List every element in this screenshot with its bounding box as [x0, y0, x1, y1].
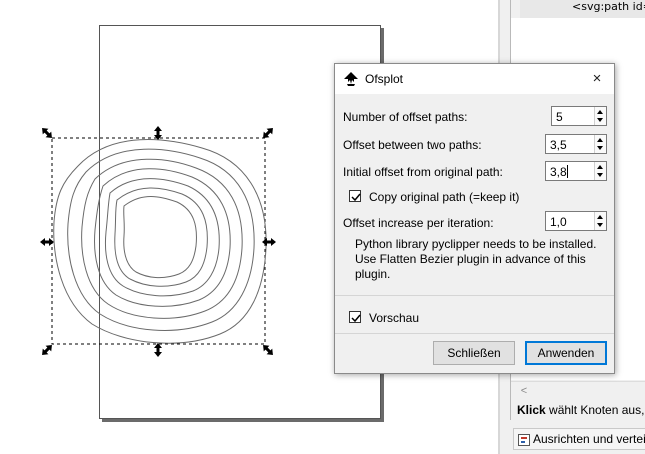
copy-original-checkbox[interactable]: [349, 190, 361, 202]
resize-handle-sw-icon: [42, 345, 52, 355]
initial-offset-input[interactable]: 3,8: [545, 161, 607, 181]
text-caret: [566, 165, 568, 178]
resize-handle-s-icon: [154, 343, 162, 357]
initial-offset-text: 3,8: [550, 165, 567, 179]
spin-up-icon[interactable]: [597, 138, 603, 142]
spin-down-icon[interactable]: [597, 118, 603, 122]
close-icon: ×: [592, 70, 602, 87]
num-offset-paths-label: Number of offset paths:: [343, 110, 468, 124]
checkmark-icon: [351, 314, 361, 323]
inner-path: [123, 196, 197, 279]
offset-between-label: Offset between two paths:: [343, 138, 482, 152]
info-text: Python library pyclipper needs to be ins…: [355, 237, 597, 281]
align-tab-label: Ausrichten und vertei: [533, 432, 645, 446]
checkmark-icon: [351, 193, 361, 202]
resize-handle-se-icon: [263, 345, 273, 355]
dialog-titlebar[interactable]: Ofsplot ×: [335, 64, 614, 94]
num-offset-paths-value: 5: [556, 110, 563, 124]
resize-handle-e-icon: [262, 238, 276, 246]
status-bold: Klick: [517, 403, 546, 417]
initial-offset-label: Initial offset from original path:: [343, 165, 503, 179]
spin-up-icon[interactable]: [597, 110, 603, 114]
offset-increase-input[interactable]: 1,0: [545, 211, 607, 231]
separator: [335, 295, 614, 296]
inkscape-icon: [344, 72, 358, 86]
preview-label[interactable]: Vorschau: [369, 311, 419, 325]
spin-down-icon[interactable]: [597, 223, 603, 227]
spin-up-icon[interactable]: [597, 165, 603, 169]
preview-checkbox[interactable]: [349, 311, 361, 323]
dialog-title: Ofsplot: [365, 72, 404, 86]
offset-between-input[interactable]: 3,5: [545, 134, 607, 154]
spin-buttons[interactable]: [594, 135, 606, 153]
resize-handles: [40, 126, 276, 357]
separator: [335, 333, 614, 334]
apply-button[interactable]: Anwenden: [525, 341, 607, 365]
spin-up-icon[interactable]: [597, 215, 603, 219]
align-distribute-tab[interactable]: Ausrichten und vertei: [513, 428, 645, 450]
offset-between-value: 3,5: [550, 138, 567, 152]
horizontal-scrollbar[interactable]: <: [511, 381, 645, 400]
ofsplot-dialog: Ofsplot × Number of offset paths: 5 Offs…: [334, 63, 615, 374]
close-button[interactable]: ×: [580, 64, 614, 94]
offset-increase-value: 1,0: [550, 215, 567, 229]
spin-buttons[interactable]: [594, 212, 606, 230]
status-message: wählt Knoten aus, Z: [545, 403, 645, 417]
spin-buttons[interactable]: [594, 162, 606, 180]
offset-increase-label: Offset increase per iteration:: [343, 216, 494, 230]
copy-original-label[interactable]: Copy original path (=keep it): [369, 190, 519, 204]
spin-down-icon[interactable]: [597, 173, 603, 177]
offset-path-4: [67, 148, 255, 331]
spin-buttons[interactable]: [594, 107, 606, 125]
initial-offset-value: 3,8: [550, 165, 568, 179]
xml-node-item[interactable]: <svg:path id=: [520, 0, 645, 18]
align-distribute-icon: [518, 433, 530, 446]
resize-handle-w-icon: [40, 238, 54, 246]
num-offset-paths-input[interactable]: 5: [551, 106, 607, 126]
chevron-left-icon[interactable]: <: [517, 384, 531, 398]
status-bar-text: Klick wählt Knoten aus, Z: [517, 403, 645, 417]
spin-down-icon[interactable]: [597, 146, 603, 150]
close-dialog-button[interactable]: Schließen: [433, 341, 515, 365]
offset-path-5: [53, 139, 267, 344]
